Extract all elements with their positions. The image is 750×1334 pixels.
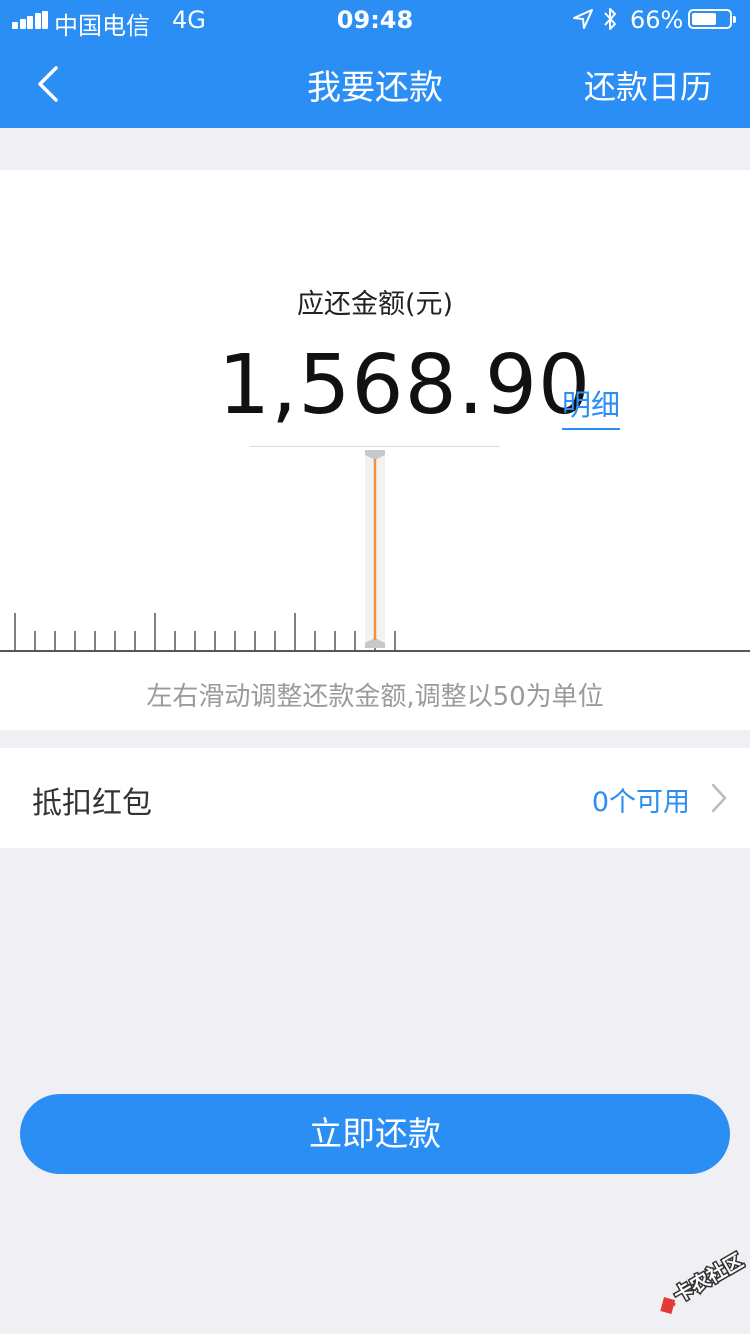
coupon-label: 抵扣红包 — [32, 786, 152, 821]
repayment-calendar-button[interactable]: 还款日历 — [584, 62, 712, 108]
watermark-logo: 卡农社区 — [660, 1248, 746, 1314]
amount-due-label: 应还金额(元) — [296, 289, 454, 320]
amount-card: 应还金额(元) 1,568.90 明细 左右滑动调整还款金额,调整以50为单位 — [0, 170, 750, 730]
amount-underline — [250, 446, 500, 447]
coupon-row[interactable]: 抵扣红包 0个可用 — [0, 748, 750, 848]
coupon-available-count: 0个可用 — [591, 787, 690, 818]
chevron-right-icon — [711, 783, 727, 813]
svg-text:卡农社区: 卡农社区 — [670, 1249, 746, 1307]
ruler-ticks — [14, 613, 396, 651]
repayment-screen: 中国电信 4G 09:48 66% 我要还款 还款日历 应还金额(元) 1,56… — [0, 0, 750, 1334]
status-bar: 中国电信 4G 09:48 66% — [0, 0, 750, 40]
detail-link[interactable]: 明细 — [562, 382, 621, 430]
pay-now-button[interactable]: 立即还款 — [20, 1094, 730, 1174]
amount-due-value: 1,568.90 — [218, 338, 592, 433]
battery-percent: 66% — [630, 6, 684, 34]
bluetooth-icon — [604, 8, 616, 30]
top-bar: 中国电信 4G 09:48 66% 我要还款 还款日历 — [0, 0, 750, 128]
battery-icon — [688, 9, 736, 29]
amount-ruler-slider[interactable] — [0, 450, 750, 652]
location-arrow-icon — [573, 9, 593, 29]
slider-hint: 左右滑动调整还款金额,调整以50为单位 — [146, 682, 604, 712]
